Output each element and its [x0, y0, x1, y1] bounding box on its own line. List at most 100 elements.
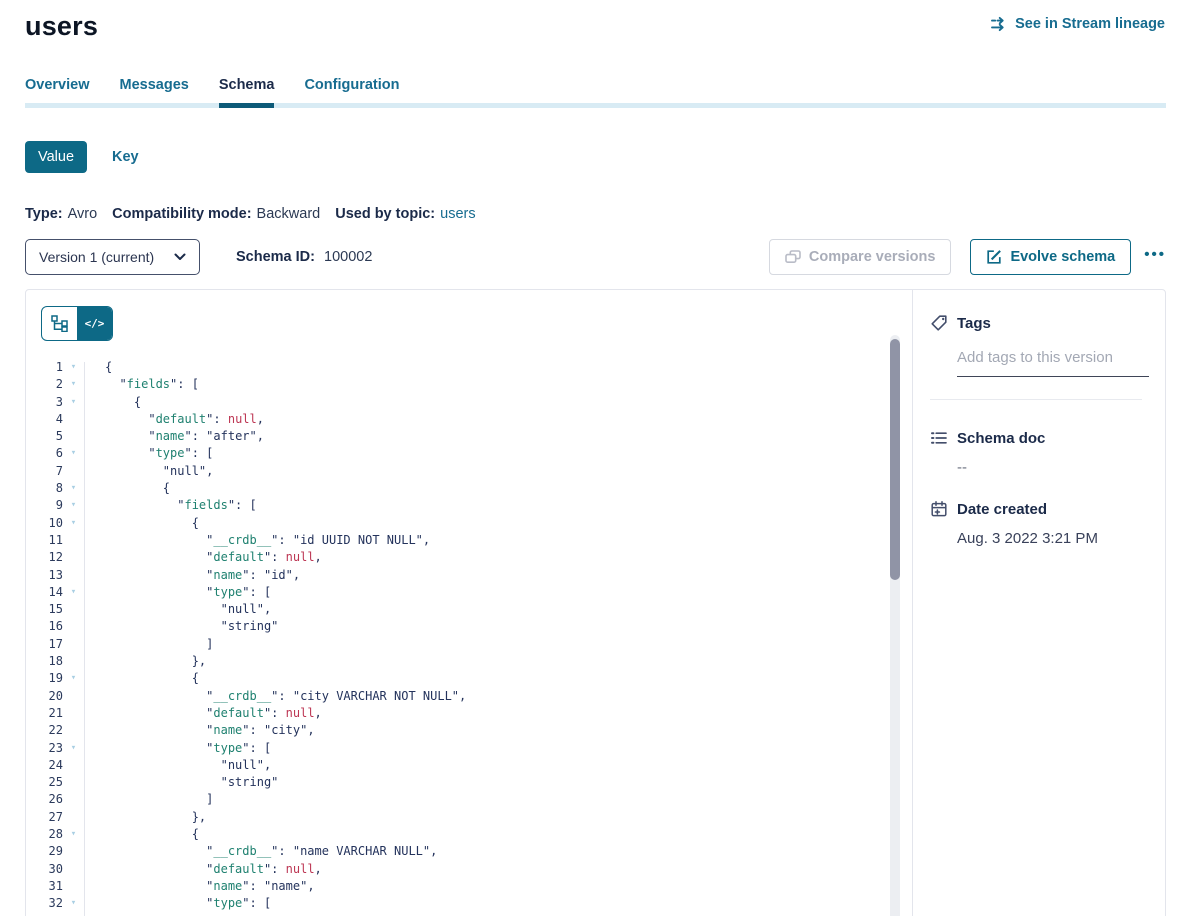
editor-view-toggle: </> [41, 306, 113, 341]
fold-toggle-icon[interactable]: ▾ [63, 895, 84, 912]
code-text: }, [84, 653, 206, 670]
tab-schema[interactable]: Schema [219, 77, 275, 108]
code-line: 3▾{ [26, 394, 912, 411]
code-text: "name": "id", [84, 567, 300, 584]
schema-doc-value: -- [957, 459, 1149, 476]
meta-row: Type:Avro Compatibility mode:Backward Used… [25, 206, 1166, 222]
meta-value-link[interactable]: users [440, 206, 475, 222]
schema-sidebar: Tags Schema doc -- [913, 290, 1165, 916]
line-number: 23 [26, 740, 63, 757]
tags-title: Tags [957, 315, 991, 332]
schema-card: </> 1▾{2▾"fields": [3▾{4"default": null,… [25, 289, 1166, 916]
line-number: 14 [26, 584, 63, 601]
code-text: "null", [84, 463, 213, 480]
fold-spacer [63, 428, 84, 445]
fold-toggle-icon[interactable]: ▾ [63, 826, 84, 843]
fold-toggle-icon[interactable]: ▾ [63, 670, 84, 687]
fold-spacer [63, 861, 84, 878]
value-toggle-button[interactable]: Value [25, 141, 87, 173]
fold-spacer [63, 843, 84, 860]
tree-view-icon [51, 315, 68, 332]
code-line: 24"null", [26, 757, 912, 774]
fold-spacer [63, 636, 84, 653]
code-text: "name": "city", [84, 722, 315, 739]
date-created-value: Aug. 3 2022 3:21 PM [957, 530, 1149, 547]
fold-toggle-icon[interactable]: ▾ [63, 515, 84, 532]
fold-spacer [63, 618, 84, 635]
tab-messages[interactable]: Messages [120, 77, 189, 108]
evolve-schema-button[interactable]: Evolve schema [970, 239, 1131, 275]
code-line: 31 "name": "name", [26, 878, 912, 895]
tab-configuration[interactable]: Configuration [304, 77, 399, 108]
tab-underline-track [25, 103, 1166, 108]
see-in-stream-lineage-link[interactable]: See in Stream lineage [990, 16, 1165, 32]
editor-scrollbar-thumb[interactable] [890, 339, 900, 580]
line-number: 16 [26, 618, 63, 635]
line-number: 15 [26, 601, 63, 618]
code-line: 29"__crdb__": "name VARCHAR NULL", [26, 843, 912, 860]
tabs: Overview Messages Schema Configuration [25, 77, 1166, 108]
value-key-toggle: Value Key [25, 141, 1166, 173]
sidebar-divider [930, 399, 1142, 400]
fold-spacer [63, 653, 84, 670]
compare-versions-button[interactable]: Compare versions [769, 239, 952, 275]
line-number: 20 [26, 688, 63, 705]
fold-spacer [63, 757, 84, 774]
meta-item: Used by topic:users [335, 206, 475, 222]
line-number: 32 [26, 895, 63, 912]
version-select[interactable]: Version 1 (current) [25, 239, 200, 275]
add-tags-input[interactable] [957, 349, 1149, 377]
list-icon [930, 429, 948, 447]
code-viewer: 1▾{2▾"fields": [3▾{4"default": null,5"na… [26, 359, 912, 916]
code-text: { [84, 515, 199, 532]
code-line: 22"name": "city", [26, 722, 912, 739]
code-line: 13"name": "id", [26, 567, 912, 584]
schema-id-value: 100002 [324, 249, 372, 265]
code-text: "name": "after", [84, 428, 264, 445]
key-toggle-button[interactable]: Key [112, 149, 139, 165]
fold-spacer [63, 549, 84, 566]
code-text: "default": null, [84, 861, 322, 878]
tab-overview[interactable]: Overview [25, 77, 90, 108]
code-line: 8▾{ [26, 480, 912, 497]
code-text: "__crdb__": "city VARCHAR NOT NULL", [84, 688, 466, 705]
code-line: 14▾"type": [ [26, 584, 912, 601]
line-number: 3 [26, 394, 63, 411]
fold-toggle-icon[interactable]: ▾ [63, 497, 84, 514]
fold-toggle-icon[interactable]: ▾ [63, 584, 84, 601]
see-in-stream-lineage-label: See in Stream lineage [1015, 16, 1165, 32]
line-number: 5 [26, 428, 63, 445]
meta-item: Type:Avro [25, 206, 97, 222]
line-number: 11 [26, 532, 63, 549]
code-text: "name": "name", [84, 878, 315, 895]
code-text: { [84, 670, 199, 687]
fold-toggle-icon[interactable]: ▾ [63, 394, 84, 411]
edit-icon [986, 249, 1002, 265]
code-text: { [84, 394, 141, 411]
compare-versions-icon [785, 250, 801, 265]
code-line: 27}, [26, 809, 912, 826]
code-view-button[interactable]: </> [77, 307, 112, 340]
fold-spacer [63, 705, 84, 722]
meta-item: Compatibility mode:Backward [112, 206, 320, 222]
fold-toggle-icon[interactable]: ▾ [63, 359, 84, 376]
fold-spacer [63, 688, 84, 705]
line-number: 2 [26, 376, 63, 393]
fold-toggle-icon[interactable]: ▾ [63, 376, 84, 393]
tree-view-button[interactable] [42, 307, 77, 340]
code-line: 9▾"fields": [ [26, 497, 912, 514]
fold-toggle-icon[interactable]: ▾ [63, 480, 84, 497]
evolve-schema-label: Evolve schema [1010, 249, 1115, 265]
code-line: 19▾{ [26, 670, 912, 687]
code-text: "type": [ [84, 584, 271, 601]
code-line: 2▾"fields": [ [26, 376, 912, 393]
code-line: 7"null", [26, 463, 912, 480]
tag-icon [930, 314, 948, 332]
more-actions-button[interactable]: ••• [1144, 247, 1166, 268]
line-number: 4 [26, 411, 63, 428]
date-created-section: Date created Aug. 3 2022 3:21 PM [930, 500, 1149, 547]
line-number: 31 [26, 878, 63, 895]
fold-toggle-icon[interactable]: ▾ [63, 740, 84, 757]
schema-id-label: Schema ID: [236, 249, 315, 265]
fold-toggle-icon[interactable]: ▾ [63, 445, 84, 462]
